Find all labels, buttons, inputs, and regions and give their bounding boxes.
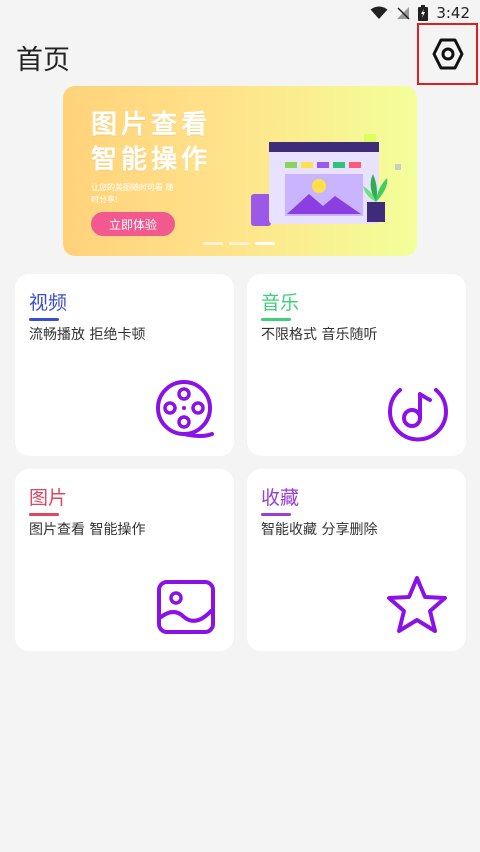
star-icon xyxy=(387,576,447,633)
banner-headline: 图片查看 智能操作 xyxy=(91,108,211,178)
settings-hexagon-icon xyxy=(432,38,463,70)
image-icon xyxy=(157,580,215,634)
card-image-underline xyxy=(29,513,59,516)
card-video-title: 视频 xyxy=(29,292,68,314)
card-video-subtitle: 流畅播放 拒绝卡顿 xyxy=(29,327,146,343)
settings-button[interactable] xyxy=(417,23,478,85)
wifi-icon xyxy=(370,6,388,19)
pager-dot-active[interactable] xyxy=(255,242,275,245)
card-video-underline xyxy=(29,318,59,321)
banner-subtitle: 让您的美图随时可看 随时分享! xyxy=(91,183,174,204)
card-image[interactable]: 图片 图片查看 智能操作 xyxy=(15,469,234,651)
card-music-title: 音乐 xyxy=(261,292,300,314)
app-header: 首页 xyxy=(0,26,480,86)
card-music-underline xyxy=(261,318,291,321)
banner-headline-line1: 图片查看 xyxy=(91,110,212,140)
promo-banner[interactable]: 图片查看 智能操作 让您的美图随时可看 随时分享! 立即体验 xyxy=(63,86,417,256)
page-title: 首页 xyxy=(16,45,70,76)
status-time: 3:42 xyxy=(436,4,470,22)
banner-illustration xyxy=(251,134,401,226)
pager-dot[interactable] xyxy=(229,242,249,245)
pager-dot[interactable] xyxy=(203,242,223,245)
music-note-icon xyxy=(388,388,448,442)
card-music[interactable]: 音乐 不限格式 音乐随听 xyxy=(247,274,466,456)
card-video[interactable]: 视频 流畅播放 拒绝卡顿 xyxy=(15,274,234,456)
card-favorites-title: 收藏 xyxy=(261,487,300,509)
banner-try-button[interactable]: 立即体验 xyxy=(91,212,175,236)
card-image-subtitle: 图片查看 智能操作 xyxy=(29,522,146,538)
card-favorites[interactable]: 收藏 智能收藏 分享删除 xyxy=(247,469,466,651)
film-reel-icon xyxy=(156,380,214,438)
card-image-title: 图片 xyxy=(29,487,68,509)
no-signal-icon xyxy=(397,7,410,20)
card-favorites-underline xyxy=(261,513,291,516)
banner-pager xyxy=(203,242,275,245)
status-bar: 3:42 xyxy=(0,0,480,26)
battery-charging-icon xyxy=(418,5,429,21)
banner-headline-line2: 智能操作 xyxy=(91,145,212,175)
card-music-subtitle: 不限格式 音乐随听 xyxy=(261,327,378,343)
card-favorites-subtitle: 智能收藏 分享删除 xyxy=(261,522,378,538)
